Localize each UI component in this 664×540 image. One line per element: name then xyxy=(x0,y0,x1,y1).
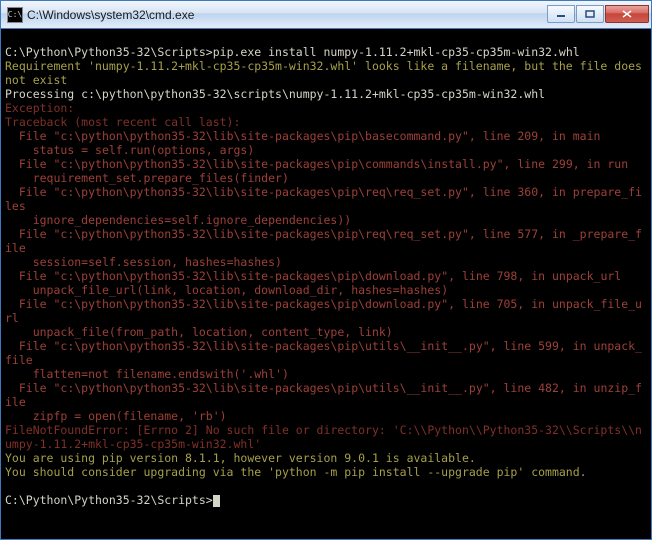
traceback-line: File "c:\python\python35-32\lib\site-pac… xyxy=(5,381,642,409)
traceback-line: File "c:\python\python35-32\lib\site-pac… xyxy=(5,227,642,255)
traceback-line: requirement_set.prepare_files(finder) xyxy=(5,171,289,185)
prompt-path: C:\Python\Python35-32\Scripts> xyxy=(5,493,213,507)
traceback-line: File "c:\python\python35-32\lib\site-pac… xyxy=(5,339,642,367)
titlebar[interactable]: C:\ C:\Windows\system32\cmd.exe xyxy=(1,1,651,29)
traceback-line: File "c:\python\python35-32\lib\site-pac… xyxy=(5,157,628,171)
traceback-header: Traceback (most recent call last): xyxy=(5,115,240,129)
traceback-line: session=self.session, hashes=hashes) xyxy=(5,255,282,269)
cmd-icon: C:\ xyxy=(7,7,23,23)
maximize-button[interactable] xyxy=(576,5,604,23)
minimize-button[interactable] xyxy=(547,5,575,23)
command-text: pip.exe install numpy-1.11.2+mkl-cp35-cp… xyxy=(213,45,580,59)
close-button[interactable] xyxy=(605,5,649,23)
cmd-window: C:\ C:\Windows\system32\cmd.exe C:\Pytho… xyxy=(0,0,652,540)
maximize-icon xyxy=(585,10,595,18)
traceback-line: File "c:\python\python35-32\lib\site-pac… xyxy=(5,269,621,283)
traceback-line: unpack_file_url(link, location, download… xyxy=(5,283,448,297)
processing-line: Processing c:\python\python35-32\scripts… xyxy=(5,87,545,101)
traceback-line: ignore_dependencies=self.ignore_dependen… xyxy=(5,213,351,227)
requirement-warning: Requirement 'numpy-1.11.2+mkl-cp35-cp35m… xyxy=(5,59,649,87)
window-controls xyxy=(546,5,649,25)
prompt-line: C:\Python\Python35-32\Scripts>pip.exe in… xyxy=(5,45,580,59)
filenotfound-error: FileNotFoundError: [Errno 2] No such fil… xyxy=(5,423,642,451)
traceback-line: File "c:\python\python35-32\lib\site-pac… xyxy=(5,129,600,143)
prompt-line: C:\Python\Python35-32\Scripts> xyxy=(5,493,220,507)
pip-version-notice: You are using pip version 8.1.1, however… xyxy=(5,451,476,465)
pip-upgrade-notice: You should consider upgrading via the 'p… xyxy=(5,465,587,479)
terminal-output[interactable]: C:\Python\Python35-32\Scripts>pip.exe in… xyxy=(1,29,651,539)
prompt-path: C:\Python\Python35-32\Scripts> xyxy=(5,45,213,59)
traceback-line: flatten=not filename.endswith('.whl') xyxy=(5,367,289,381)
close-icon xyxy=(622,10,632,18)
traceback-line: File "c:\python\python35-32\lib\site-pac… xyxy=(5,297,642,325)
traceback-line: status = self.run(options, args) xyxy=(5,143,254,157)
traceback-line: File "c:\python\python35-32\lib\site-pac… xyxy=(5,185,642,213)
traceback-line: unpack_file(from_path, location, content… xyxy=(5,325,393,339)
window-title: C:\Windows\system32\cmd.exe xyxy=(27,8,546,22)
minimize-icon xyxy=(556,10,566,18)
exception-header: Exception: xyxy=(5,101,74,115)
cursor xyxy=(213,495,220,507)
traceback-line: zipfp = open(filename, 'rb') xyxy=(5,409,227,423)
